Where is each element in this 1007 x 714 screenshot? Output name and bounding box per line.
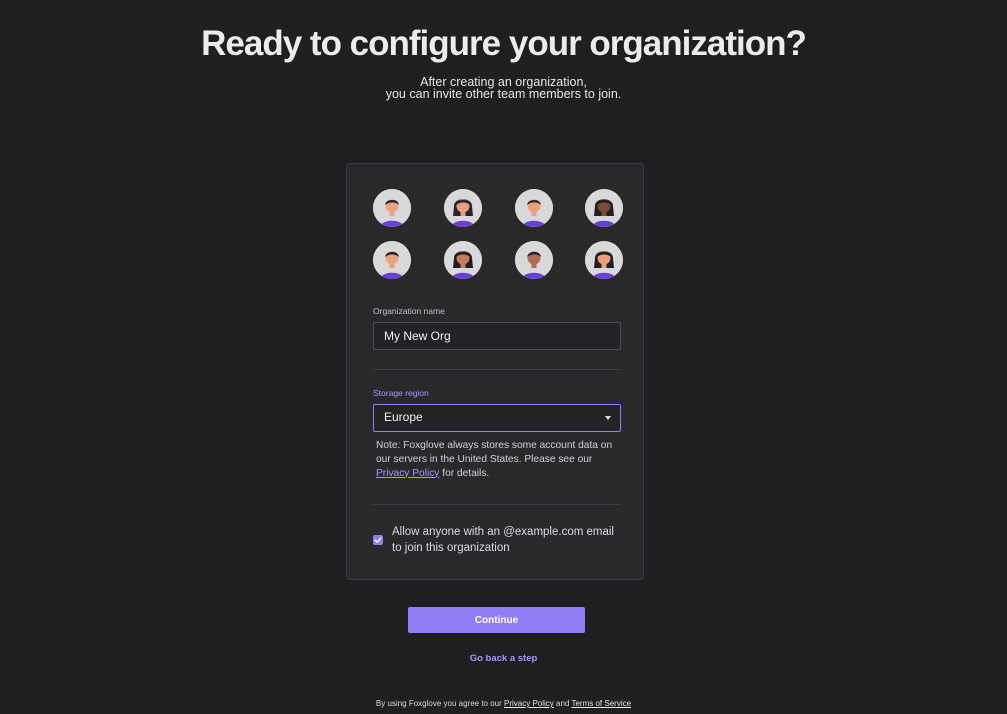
organization-card: Organization name Storage region Europe … (346, 163, 644, 580)
avatar-grid (373, 189, 625, 281)
organization-name-label: Organization name (373, 306, 445, 316)
caret-down-icon (605, 416, 611, 420)
footer-privacy-link[interactable]: Privacy Policy (504, 699, 554, 708)
person-icon (373, 241, 411, 279)
avatar-1 (373, 189, 411, 227)
storage-region-value: Europe (384, 410, 423, 424)
footer-text: By using Foxglove you agree to our (375, 699, 502, 708)
divider (373, 504, 621, 505)
organization-name-input[interactable] (373, 322, 621, 350)
back-link-container: Go back a step (0, 653, 1007, 664)
page-title: Ready to configure your organization? (201, 24, 807, 63)
allow-domain-label: Allow anyone with an @example.com email … (392, 526, 614, 554)
allow-domain-checkbox[interactable] (373, 535, 383, 545)
avatar-2 (444, 189, 482, 227)
privacy-policy-link[interactable]: Privacy Policy (376, 468, 439, 479)
footer: By using Foxglove you agree to our Priva… (0, 699, 1007, 708)
checkmark-icon (374, 537, 382, 543)
avatar-5 (373, 241, 411, 279)
person-icon (515, 241, 553, 279)
subtitle-line-2: you can invite other team members to joi… (385, 87, 622, 101)
avatar-8 (585, 241, 623, 279)
footer-and: and (556, 699, 570, 708)
avatar-6 (444, 241, 482, 279)
page-subtitle: After creating an organization, you can … (0, 76, 1007, 101)
avatar-4 (585, 189, 623, 227)
person-icon (373, 189, 411, 227)
storage-region-select[interactable]: Europe (373, 404, 621, 432)
avatar-7 (515, 241, 553, 279)
avatar-3 (515, 189, 553, 227)
storage-note-suffix: for details. (442, 467, 490, 479)
person-icon (444, 241, 482, 279)
storage-note: Note: Foxglove always stores some accoun… (376, 439, 621, 480)
person-icon (515, 189, 553, 227)
footer-terms-link[interactable]: Terms of Service (571, 699, 631, 708)
person-icon (585, 241, 623, 279)
person-icon (444, 189, 482, 227)
storage-note-text: Note: Foxglove always stores some accoun… (376, 440, 613, 465)
divider (373, 369, 621, 370)
go-back-link[interactable]: Go back a step (470, 653, 538, 664)
person-icon (585, 189, 623, 227)
page: Ready to configure your organization? Af… (0, 0, 1007, 714)
storage-region-label: Storage region (373, 388, 429, 398)
continue-button[interactable]: Continue (408, 607, 585, 633)
